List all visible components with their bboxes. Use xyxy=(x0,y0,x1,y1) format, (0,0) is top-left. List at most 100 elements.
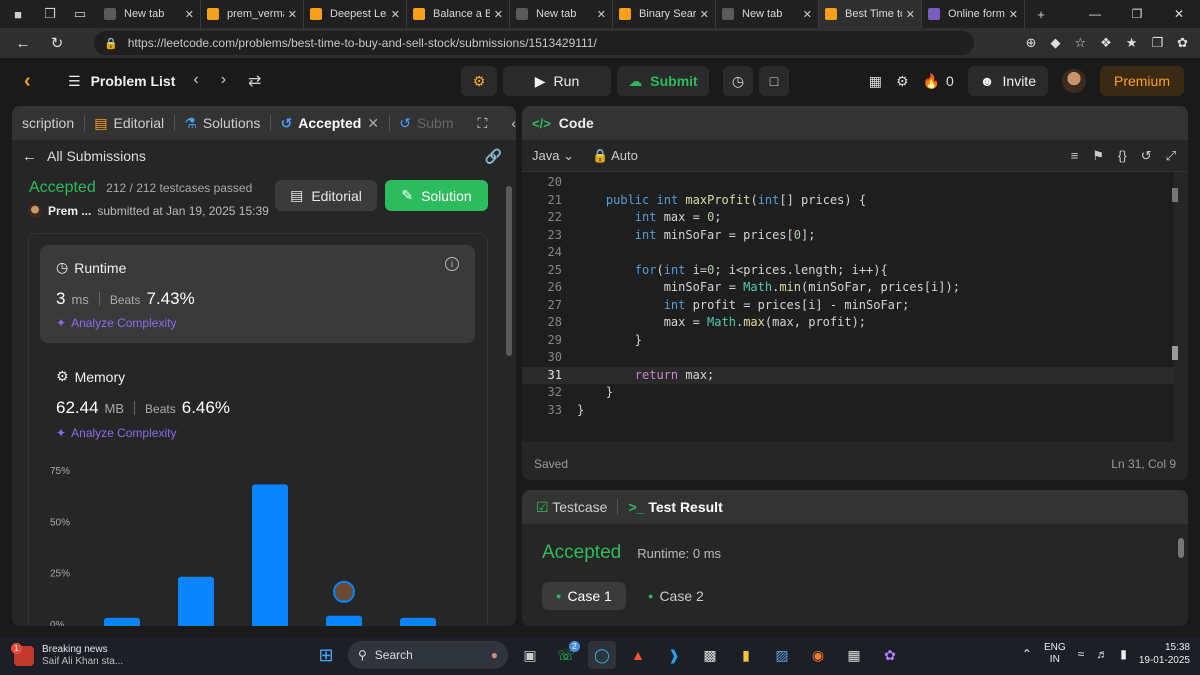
code-line[interactable]: 31 return max; xyxy=(522,366,1174,384)
leetcode-logo-icon[interactable]: ‹ xyxy=(24,70,46,92)
editorial-button[interactable]: ▤ Editorial xyxy=(275,180,377,211)
code-line[interactable]: 24 xyxy=(522,244,1174,262)
tab-editorial[interactable]: ▤ Editorial xyxy=(94,115,164,132)
format-icon[interactable]: ≡ xyxy=(1071,148,1079,164)
restore-icon[interactable]: ❐ xyxy=(1116,7,1158,21)
close-tab-icon[interactable]: ✕ xyxy=(288,8,297,21)
debug-button[interactable]: ⚙ xyxy=(461,66,497,96)
code-line[interactable]: 21 public int maxProfit(int[] prices) { xyxy=(522,192,1174,210)
collapse-icon[interactable]: ‹ xyxy=(511,115,516,131)
solution-button[interactable]: ✎ Solution xyxy=(385,180,488,211)
username[interactable]: Prem ... xyxy=(48,204,91,218)
analyze-complexity-memory[interactable]: ✦ Analyze Complexity xyxy=(56,426,176,440)
invite-button[interactable]: ☻ Invite xyxy=(967,66,1048,96)
new-tab-icon[interactable]: + xyxy=(1029,4,1053,24)
favorite-star-icon[interactable]: ☆ xyxy=(1074,35,1086,51)
close-tab-icon[interactable]: ✕ xyxy=(597,8,606,21)
chevron-up-icon[interactable]: ⌃ xyxy=(1022,647,1032,661)
notes-button[interactable]: □ xyxy=(759,66,789,96)
browser-tab[interactable]: New tab ✕ xyxy=(510,0,613,28)
close-tab-icon[interactable]: ✕ xyxy=(185,8,194,21)
chart-bar[interactable] xyxy=(326,615,362,626)
case-1-button[interactable]: ● Case 1 xyxy=(542,582,626,610)
analyze-complexity-runtime[interactable]: ✦ Analyze Complexity xyxy=(56,316,176,330)
user-avatar[interactable] xyxy=(1061,69,1086,93)
code-line[interactable]: 22 int max = 0; xyxy=(522,209,1174,227)
chart-bar[interactable] xyxy=(104,617,140,626)
extensions-icon[interactable]: ❖ xyxy=(1100,35,1112,51)
file-explorer-icon[interactable]: ▮ xyxy=(732,641,760,669)
profile-icon[interactable]: ■ xyxy=(6,4,30,24)
windows-start-icon[interactable]: ⊞ xyxy=(312,641,340,669)
collections-icon[interactable]: ❐ xyxy=(1151,35,1163,51)
favorites-icon[interactable]: ★ xyxy=(1126,35,1138,51)
zoom-icon[interactable]: ⊕ xyxy=(1026,35,1037,51)
language-indicator[interactable]: ENG IN xyxy=(1044,642,1066,666)
close-tab-icon[interactable]: ✕ xyxy=(803,8,812,21)
news-widget[interactable]: 1 Breaking news Saif Ali Khan sta... xyxy=(11,643,123,668)
share-link-icon[interactable]: 🔗 xyxy=(485,148,502,165)
info-icon[interactable]: i xyxy=(445,257,459,271)
close-tab-icon[interactable]: ✕ xyxy=(367,115,379,132)
browser-tab[interactable]: Best Time to ✕ xyxy=(819,0,922,28)
fullscreen-icon[interactable]: ⤢ xyxy=(1166,148,1176,164)
runtime-card[interactable]: ◷ Runtime i 3 ms Beats 7.43% ✦ Analyze C… xyxy=(40,245,475,343)
shuffle-icon[interactable]: ⇄ xyxy=(248,71,261,91)
whatsapp-icon[interactable]: ☏ 2 xyxy=(552,641,580,669)
tab-solutions[interactable]: ⚗ Solutions xyxy=(184,115,260,132)
settings-gear-icon[interactable]: ⚙ xyxy=(896,73,909,90)
prev-problem-icon[interactable]: ‹ xyxy=(193,71,198,91)
premium-button[interactable]: Premium xyxy=(1099,66,1184,96)
left-scrollbar[interactable] xyxy=(506,186,512,356)
tab-test-result[interactable]: >_ Test Result xyxy=(628,499,722,515)
code-line[interactable]: 27 int profit = prices[i] - minSoFar; xyxy=(522,297,1174,315)
app-orange-icon[interactable]: ◉ xyxy=(804,641,832,669)
bookmark-icon[interactable]: ⚑ xyxy=(1092,148,1104,164)
close-tab-icon[interactable]: ✕ xyxy=(391,8,400,21)
close-window-icon[interactable]: ✕ xyxy=(1158,7,1200,21)
tab-testcase[interactable]: ☑ Testcase xyxy=(536,499,607,516)
code-line[interactable]: 26 minSoFar = Math.min(minSoFar, prices[… xyxy=(522,279,1174,297)
braces-icon[interactable]: {} xyxy=(1118,148,1127,164)
taskbar-search[interactable]: ⚲ Search ● xyxy=(348,641,508,669)
chart-bar[interactable] xyxy=(252,484,288,626)
next-problem-icon[interactable]: › xyxy=(221,71,226,91)
browser-tab[interactable]: Online form ✕ xyxy=(922,0,1025,28)
run-button[interactable]: ▶ Run xyxy=(503,66,611,96)
browser-tab[interactable]: Deepest Leav ✕ xyxy=(304,0,407,28)
streak-fire-icon[interactable]: 🔥 xyxy=(923,73,940,90)
url-field[interactable]: 🔒 https://leetcode.com/problems/best-tim… xyxy=(94,31,974,55)
browser-tab[interactable]: New tab ✕ xyxy=(98,0,201,28)
terminal-app-icon[interactable]: ▩ xyxy=(696,641,724,669)
close-tab-icon[interactable]: ✕ xyxy=(1009,8,1018,21)
brave-browser-icon[interactable]: ▲ xyxy=(624,641,652,669)
code-line[interactable]: 25 for(int i=0; i<prices.length; i++){ xyxy=(522,262,1174,280)
copilot-app-icon[interactable]: ✿ xyxy=(876,641,904,669)
microsoft-store-icon[interactable]: ▦ xyxy=(840,641,868,669)
tab-description[interactable]: scription xyxy=(22,115,74,131)
close-tab-icon[interactable]: ✕ xyxy=(906,8,915,21)
problem-list-link[interactable]: ☰ Problem List xyxy=(68,73,175,90)
timer-button[interactable]: ◷ xyxy=(723,66,753,96)
code-line[interactable]: 20 xyxy=(522,174,1174,192)
browser-tab[interactable]: Balance a Bin ✕ xyxy=(407,0,510,28)
browser-tab[interactable]: Binary Search ✕ xyxy=(613,0,716,28)
task-view-icon[interactable]: ▣ xyxy=(516,641,544,669)
code-line[interactable]: 29 } xyxy=(522,332,1174,350)
layout-icon[interactable]: ▦ xyxy=(869,73,882,90)
code-line[interactable]: 32 } xyxy=(522,384,1174,402)
close-tab-icon[interactable]: ✕ xyxy=(700,8,709,21)
volume-icon[interactable]: ♬ xyxy=(1096,647,1108,661)
chart-bar[interactable] xyxy=(178,576,214,626)
code-line[interactable]: 23 int minSoFar = prices[0]; xyxy=(522,227,1174,245)
clock[interactable]: 15:38 19-01-2025 xyxy=(1139,641,1190,667)
your-submission-avatar-marker[interactable] xyxy=(333,580,355,603)
workspaces-icon[interactable]: ❒ xyxy=(38,4,62,24)
copilot-icon[interactable]: ✿ xyxy=(1177,35,1188,51)
refresh-icon[interactable]: ↻ xyxy=(40,34,74,52)
expand-icon[interactable]: ⛶ xyxy=(478,115,488,132)
tab-submissions[interactable]: ↺ Subm xyxy=(399,115,453,132)
battery-icon[interactable]: ▮ xyxy=(1120,647,1127,661)
all-submissions-link[interactable]: ← All Submissions 🔗 xyxy=(12,140,516,172)
extension-icon[interactable]: ◆ xyxy=(1050,35,1060,51)
